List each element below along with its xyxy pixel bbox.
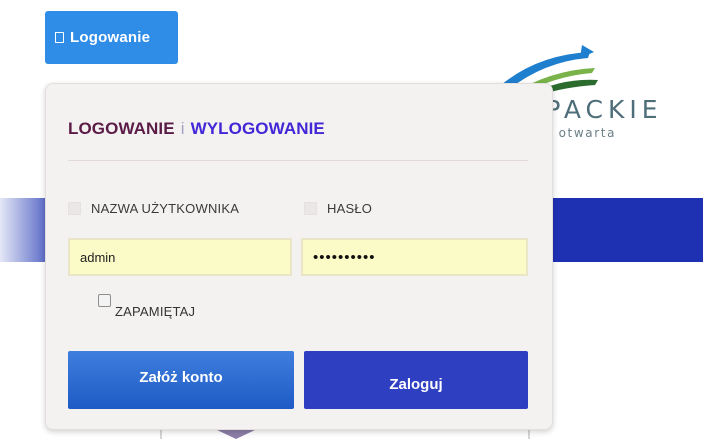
lock-icon — [304, 202, 317, 215]
remember-label: ZAPAMIĘTAJ — [115, 304, 196, 319]
username-input[interactable]: admin — [68, 238, 292, 276]
title-divider — [68, 160, 528, 161]
logo-subtitle: ń otwarta — [544, 126, 617, 140]
username-label: NAZWA UŻYTKOWNIKA — [91, 201, 240, 216]
title-separator: i — [180, 119, 185, 138]
user-icon — [68, 202, 81, 215]
title-login: LOGOWANIE — [68, 119, 175, 138]
username-label-row: NAZWA UŻYTKOWNIKA — [68, 201, 239, 216]
dialog-title: LOGOWANIE i WYLOGOWANIE — [68, 119, 325, 139]
login-button[interactable]: Zaloguj — [304, 351, 528, 409]
register-button[interactable]: Załóż konto — [68, 351, 294, 409]
password-label: HASŁO — [327, 201, 373, 216]
remember-checkbox[interactable] — [98, 294, 111, 307]
password-input[interactable]: •••••••••• — [301, 238, 528, 276]
top-login-button[interactable]: Logowanie — [45, 11, 178, 64]
remember-me[interactable]: ZAPAMIĘTAJ — [98, 293, 195, 319]
password-label-row: HASŁO — [304, 201, 372, 216]
login-dialog: LOGOWANIE i WYLOGOWANIE NAZWA UŻYTKOWNIKA … — [45, 83, 553, 430]
top-login-label: Logowanie — [70, 29, 151, 46]
title-logout-link[interactable]: WYLOGOWANIE — [191, 119, 325, 138]
user-icon — [55, 32, 64, 43]
